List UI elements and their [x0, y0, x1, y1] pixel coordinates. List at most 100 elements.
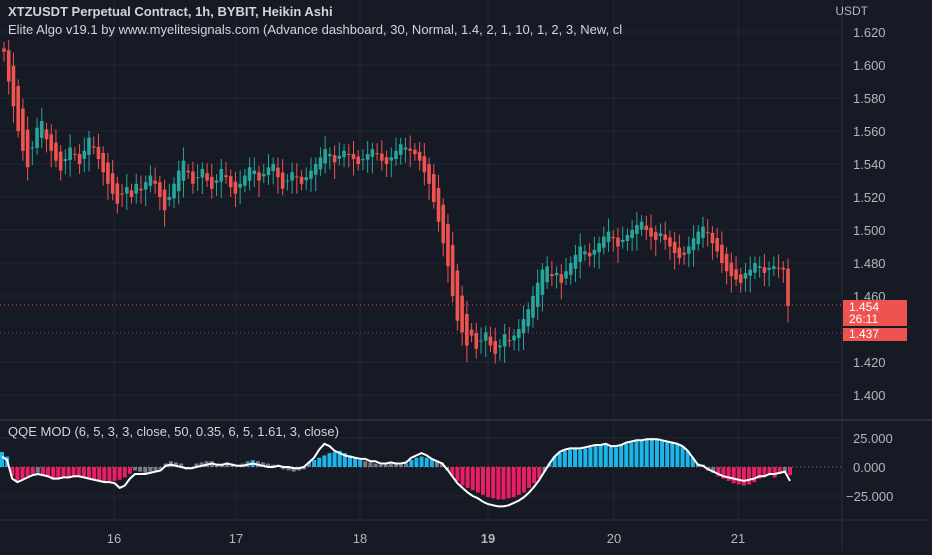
osc-bar	[516, 467, 521, 495]
candle-body	[134, 183, 139, 194]
reference-price-label: 1.437	[843, 328, 907, 341]
candle-body	[162, 189, 167, 211]
candle-body	[644, 225, 649, 230]
candle-body	[649, 227, 653, 237]
candle-body	[58, 151, 63, 171]
osc-bar	[578, 449, 583, 467]
osc-bar	[363, 461, 368, 467]
candle-body	[413, 149, 417, 155]
osc-bar	[92, 467, 97, 480]
candle-body	[748, 269, 753, 276]
candle-body	[2, 48, 6, 52]
osc-bar	[358, 460, 363, 467]
candle-body	[139, 188, 143, 191]
indicator-legend[interactable]: Elite Algo v19.1 by www.myelitesignals.c…	[8, 22, 840, 37]
candle-body	[460, 295, 464, 333]
oscillator-legend[interactable]: QQE MOD (6, 5, 3, 3, close, 50, 0.35, 6,…	[8, 424, 339, 439]
candle-body	[365, 154, 370, 160]
last-price-label: 1.454 26:11	[843, 300, 907, 326]
candle-body	[507, 340, 512, 342]
candle-body	[205, 173, 209, 181]
candle-body	[403, 147, 408, 150]
candle-body	[465, 313, 469, 346]
candle-body	[25, 129, 30, 168]
candle-body	[663, 234, 668, 240]
trading-chart[interactable]: 1.620 1.600 1.580 1.560 1.540 1.520 1.500 1.480…	[0, 0, 932, 550]
osc-bar	[86, 467, 91, 479]
osc-bar	[475, 467, 480, 493]
candle-body	[351, 154, 356, 160]
osc-bar	[368, 462, 373, 467]
candle-body	[417, 151, 422, 161]
candle-body	[559, 274, 564, 283]
candle-body	[328, 154, 332, 157]
osc-bar	[588, 447, 593, 467]
time-tick-label: 18	[353, 531, 367, 546]
candle-body	[441, 204, 446, 244]
candle-body	[252, 170, 257, 174]
candle-body	[186, 170, 190, 173]
osc-bar	[731, 467, 736, 484]
candle-body	[620, 239, 625, 243]
candle-body	[224, 175, 228, 178]
osc-bar	[25, 467, 30, 477]
candle-body	[214, 180, 219, 183]
candle-body	[210, 176, 214, 189]
candle-body	[483, 332, 488, 341]
osc-bar	[629, 442, 634, 467]
candle-body	[578, 246, 582, 262]
osc-tick-label: −25.000	[846, 489, 893, 504]
candle-body	[106, 162, 110, 184]
osc-bar	[788, 467, 792, 476]
osc-tick-label: 25.000	[853, 431, 893, 446]
candle-body	[143, 182, 148, 190]
osc-bar	[97, 467, 102, 481]
osc-bar	[117, 467, 122, 480]
candle-body	[738, 274, 743, 283]
candle-body	[332, 155, 337, 163]
candle-body	[767, 267, 771, 270]
osc-bar	[127, 467, 132, 474]
candle-body	[408, 148, 412, 151]
candle-body	[606, 231, 611, 243]
candle-body	[290, 172, 294, 181]
osc-bar	[644, 439, 649, 467]
candle-body	[602, 236, 606, 248]
candle-body	[110, 173, 115, 194]
chart-canvas[interactable]: 1.620 1.600 1.580 1.560 1.540 1.520 1.500 1.480…	[0, 0, 932, 550]
candle-body	[573, 254, 578, 269]
candle-body	[276, 167, 280, 178]
price-tick-label: 1.560	[853, 124, 886, 139]
candle-body	[375, 153, 379, 155]
osc-bar	[470, 467, 475, 491]
osc-bar	[675, 443, 680, 467]
osc-bar	[614, 447, 619, 467]
osc-bar	[741, 467, 746, 486]
osc-bar	[138, 467, 143, 472]
osc-bar	[35, 467, 40, 473]
candle-body	[124, 187, 129, 194]
candle-body	[285, 180, 290, 182]
candle-body	[672, 241, 677, 254]
osc-bar	[634, 441, 639, 467]
osc-bar	[480, 467, 485, 495]
currency-label[interactable]: USDT	[835, 4, 868, 18]
osc-bar	[501, 467, 506, 500]
osc-bar	[112, 467, 117, 481]
candle-body	[696, 231, 701, 245]
candle-body	[158, 182, 162, 197]
time-tick-label: 21	[731, 531, 745, 546]
candle-body	[568, 263, 573, 275]
candle-body	[68, 147, 72, 161]
osc-bar	[327, 453, 332, 467]
candle-body	[611, 236, 616, 239]
candle-body	[677, 247, 682, 259]
candle-body	[625, 234, 630, 241]
candle-body	[550, 274, 554, 277]
price-tick-label: 1.420	[853, 355, 886, 370]
osc-bar	[61, 467, 66, 478]
candle-body	[705, 232, 710, 234]
osc-bar	[521, 467, 526, 493]
candle-body	[743, 272, 748, 279]
candle-body	[554, 272, 559, 276]
